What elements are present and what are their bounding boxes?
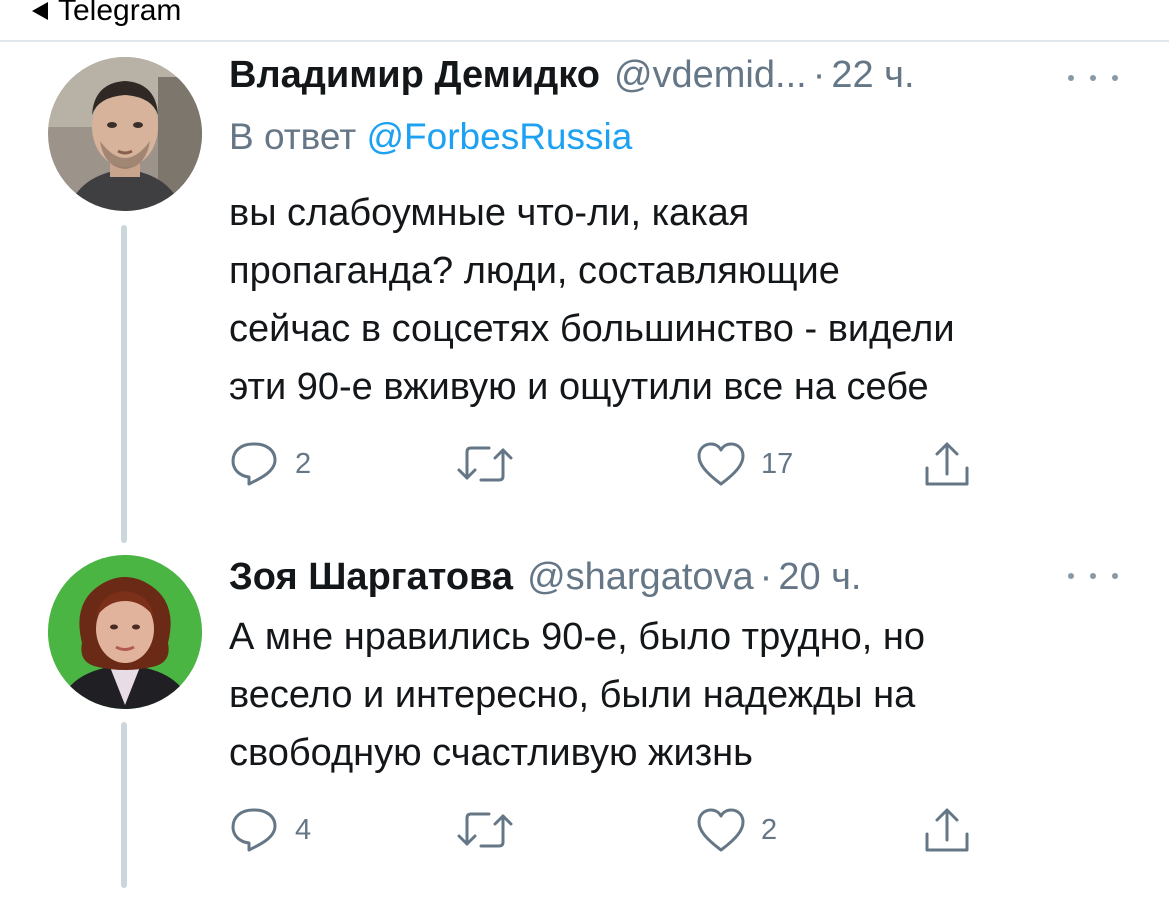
reply-mention-link[interactable]: @ForbesRussia xyxy=(367,116,633,157)
avatar[interactable] xyxy=(48,555,202,709)
tweet-header: Зоя Шаргатова @shargatova · 20 ч. xyxy=(229,556,862,599)
like-button[interactable]: 17 xyxy=(695,440,793,488)
reply-icon xyxy=(231,808,277,852)
author-handle[interactable]: @shargatova xyxy=(527,556,754,599)
back-label: Telegram xyxy=(58,0,182,27)
tweet-text-line: свободную счастливую жизнь xyxy=(229,732,753,774)
tweet-text-line: эти 90-е вживую и ощутили все на себе xyxy=(229,366,929,408)
like-count: 2 xyxy=(761,813,778,846)
tweet-text-line: пропаганда? люди, составляющие xyxy=(229,250,840,292)
heart-icon xyxy=(697,442,745,486)
reply-icon xyxy=(231,442,277,486)
tweet-text: вы слабоумные что-ли, какая пропаганда? … xyxy=(229,184,1149,416)
tweet-text: А мне нравились 90-е, было трудно, но ве… xyxy=(229,608,1149,782)
tweet-text-line: вы слабоумные что-ли, какая xyxy=(229,192,750,234)
author-name[interactable]: Владимир Демидко xyxy=(229,54,600,97)
share-icon xyxy=(925,442,969,486)
retweet-icon xyxy=(457,812,513,848)
like-count: 17 xyxy=(761,447,794,480)
more-options-icon[interactable] xyxy=(1068,68,1118,88)
reply-button[interactable]: 2 xyxy=(229,440,311,488)
more-options-icon[interactable] xyxy=(1068,566,1118,586)
avatar[interactable] xyxy=(48,57,202,211)
tweet-actions: 2 17 xyxy=(229,440,989,490)
tweet-text-line: сейчас в соцсетях большинство - видели xyxy=(229,308,955,350)
tweet-text-line: А мне нравились 90-е, было трудно, но xyxy=(229,616,926,658)
retweet-button[interactable] xyxy=(455,806,529,854)
back-to-telegram-button[interactable]: Telegram xyxy=(32,0,181,28)
reply-count: 2 xyxy=(295,447,312,480)
reply-count: 4 xyxy=(295,813,312,846)
status-bar: Telegram xyxy=(0,0,1169,40)
tweet-header: Владимир Демидко @vdemid... · 22 ч. xyxy=(229,54,915,97)
share-button[interactable] xyxy=(921,440,973,490)
share-icon xyxy=(925,808,969,852)
tweet-actions: 4 2 xyxy=(229,806,989,856)
retweet-button[interactable] xyxy=(455,440,529,488)
author-handle[interactable]: @vdemid... xyxy=(614,54,807,97)
back-arrow-icon xyxy=(32,2,48,20)
retweet-icon xyxy=(457,446,513,482)
timestamp[interactable]: 20 ч. xyxy=(778,556,861,599)
thread-line xyxy=(121,722,127,888)
thread-line xyxy=(121,225,127,543)
timestamp[interactable]: 22 ч. xyxy=(831,54,914,97)
reply-button[interactable]: 4 xyxy=(229,806,311,854)
share-button[interactable] xyxy=(921,806,973,856)
top-divider xyxy=(0,40,1169,42)
heart-icon xyxy=(697,808,745,852)
reply-prefix: В ответ xyxy=(229,116,357,157)
like-button[interactable]: 2 xyxy=(695,806,777,854)
author-name[interactable]: Зоя Шаргатова xyxy=(229,556,513,599)
separator: · xyxy=(759,556,773,598)
tweet-text-line: весело и интересно, были надежды на xyxy=(229,674,916,716)
separator: · xyxy=(812,54,826,96)
reply-to-line: В ответ @ForbesRussia xyxy=(229,116,632,158)
